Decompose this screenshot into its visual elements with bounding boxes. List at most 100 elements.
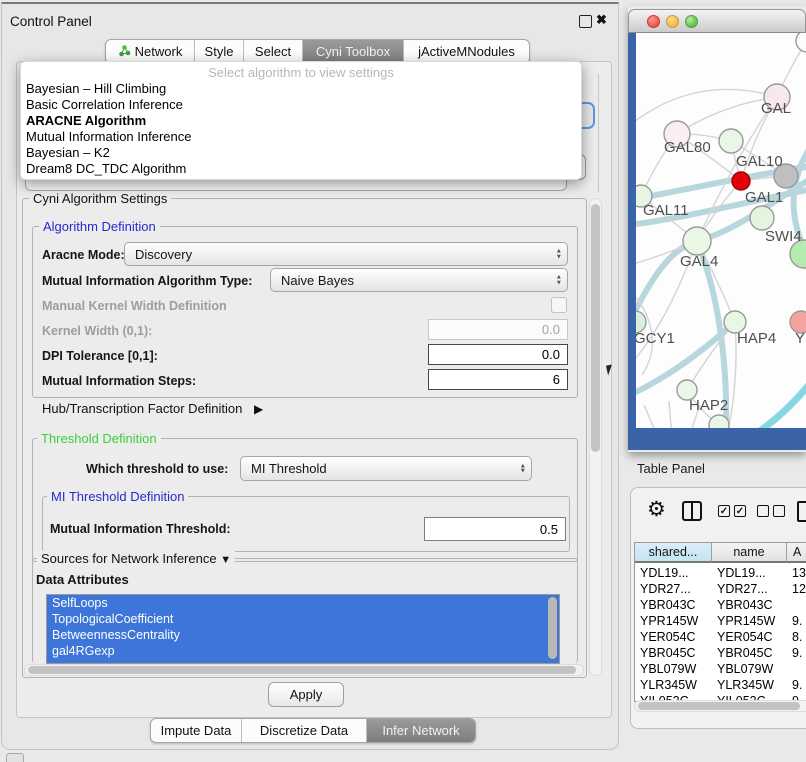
table-horizontal-scrollbar-thumb[interactable] <box>638 702 800 710</box>
document-icon[interactable] <box>797 501 806 522</box>
mi-steps-field[interactable]: 6 <box>428 369 568 390</box>
split-columns-icon[interactable] <box>682 501 702 521</box>
table-row[interactable]: YDL19... YDL19... 13 <box>635 565 806 581</box>
tab-cyni-toolbox[interactable]: Cyni Toolbox <box>303 40 404 63</box>
network-graph-icon <box>118 44 131 60</box>
popup-item-dream8[interactable]: Dream8 DC_TDC Algorithm <box>24 161 578 177</box>
zoom-button[interactable] <box>685 15 698 28</box>
edge <box>644 405 669 428</box>
docked-panel-icon[interactable] <box>6 753 24 762</box>
kernel-width-label: Kernel Width (0,1): <box>42 324 152 338</box>
tab-select[interactable]: Select <box>244 40 303 63</box>
combo-stepper-icon: ▲▼ <box>556 275 562 286</box>
column-header-partial[interactable]: A <box>787 543 806 563</box>
algorithm-select-popup: Select algorithm to view settings Bayesi… <box>20 61 582 180</box>
attr-item-gal4rgexp[interactable]: gal4RGexp <box>47 643 559 659</box>
control-panel-window: Control Panel ✖ Network Style Select Cyn… <box>1 2 619 750</box>
popup-item-bayesian-hill-climbing[interactable]: Bayesian – Hill Climbing <box>24 81 578 97</box>
tab-style[interactable]: Style <box>195 40 244 63</box>
unchecked-columns-icon[interactable] <box>757 505 785 517</box>
node-label-gal10: GAL10 <box>736 153 783 170</box>
settings-horizontal-scrollbar-thumb[interactable] <box>28 666 576 674</box>
mi-type-label: Mutual Information Algorithm Type: <box>42 274 252 288</box>
aracne-mode-combo[interactable]: Discovery ▲▼ <box>124 242 568 266</box>
node-label-y: Y <box>795 330 805 347</box>
edge <box>754 381 806 428</box>
tab-impute-data[interactable]: Impute Data <box>151 719 242 742</box>
column-header-name[interactable]: name <box>712 543 787 563</box>
combo-stepper-icon: ▲▼ <box>520 463 526 474</box>
popup-item-mutual-information[interactable]: Mutual Information Inference <box>24 129 578 145</box>
which-threshold-label: Which threshold to use: <box>86 462 228 476</box>
node-gal1[interactable] <box>732 172 750 190</box>
popup-item-aracne[interactable]: ARACNE Algorithm <box>24 113 578 129</box>
node-unlabeled-bottom[interactable] <box>709 415 729 428</box>
data-attributes-label: Data Attributes <box>36 572 129 587</box>
attr-item-betweennesscentrality[interactable]: BetweennessCentrality <box>47 627 559 643</box>
settings-horizontal-scrollbar[interactable] <box>24 664 584 676</box>
table-row[interactable]: YBL079W YBL079W <box>635 661 806 677</box>
attributes-list-scrollbar-thumb[interactable] <box>548 597 557 659</box>
aracne-mode-value: Discovery <box>135 247 192 262</box>
sources-legend[interactable]: Sources for Network Inference ▼ <box>37 551 235 566</box>
node-label-gal80: GAL80 <box>664 139 711 156</box>
tab-infer-network[interactable]: Infer Network <box>367 719 475 742</box>
dpi-tolerance-field[interactable]: 0.0 <box>428 344 568 365</box>
gear-icon[interactable]: ⚙ <box>647 499 666 520</box>
which-threshold-value: MI Threshold <box>251 461 327 476</box>
node-unlabeled-top[interactable] <box>796 33 806 52</box>
data-attributes-list[interactable]: SelfLoops TopologicalCoefficient Between… <box>46 594 560 664</box>
tab-jactivemnodules[interactable]: jActiveMNodules <box>404 40 529 63</box>
node-label-gal4: GAL4 <box>680 253 718 270</box>
popup-item-basic-correlation[interactable]: Basic Correlation Inference <box>24 97 578 113</box>
hidden-groupbox-edge <box>598 74 599 192</box>
settings-vertical-scrollbar[interactable] <box>589 198 602 676</box>
which-threshold-combo[interactable]: MI Threshold ▲▼ <box>240 456 532 481</box>
node-gal10[interactable] <box>719 129 743 153</box>
tab-network[interactable]: Network <box>106 40 195 63</box>
column-header-shared-name[interactable]: shared... <box>635 543 712 563</box>
node-gal4[interactable] <box>683 227 711 255</box>
table-row[interactable]: YBR045C YBR045C 9. <box>635 645 806 661</box>
float-window-icon[interactable] <box>579 15 592 28</box>
table-row[interactable]: YDR27... YDR27... 12 <box>635 581 806 597</box>
mi-threshold-label: Mutual Information Threshold: <box>50 522 231 536</box>
minimize-button[interactable] <box>666 15 679 28</box>
screen: Control Panel ✖ Network Style Select Cyn… <box>0 0 806 762</box>
edge <box>636 89 777 125</box>
mi-threshold-field[interactable]: 0.5 <box>424 517 566 541</box>
attr-item-topologicalcoefficient[interactable]: TopologicalCoefficient <box>47 611 559 627</box>
aracne-mode-label: Aracne Mode: <box>42 248 125 262</box>
node-label-gal1: GAL1 <box>745 189 783 206</box>
network-window-titlebar[interactable] <box>628 9 806 33</box>
checked-columns-icon[interactable]: ✓✓ <box>718 505 746 517</box>
table-row[interactable]: YLR345W YLR345W 9. <box>635 677 806 693</box>
kernel-width-field[interactable]: 0.0 <box>428 319 568 340</box>
table-row[interactable]: YER054C YER054C 8. <box>635 629 806 645</box>
network-canvas[interactable]: GAL GAL80 GAL10 GAL1 SWI4 GAL11 GAL4 GCY… <box>636 33 806 428</box>
node-label-gcy1: GCY1 <box>636 330 675 347</box>
node-label-hap4: HAP4 <box>737 330 776 347</box>
mi-steps-label: Mutual Information Steps: <box>42 374 196 388</box>
close-icon[interactable]: ✖ <box>596 12 607 28</box>
close-button[interactable] <box>647 15 660 28</box>
mi-type-combo[interactable]: Naive Bayes ▲▼ <box>270 268 568 292</box>
table-panel-title: Table Panel <box>637 461 705 476</box>
hub-definition-label: Hub/Transcription Factor Definition <box>42 401 242 416</box>
popup-item-bayesian-k2[interactable]: Bayesian – K2 <box>24 145 578 161</box>
combo-stepper-icon: ▲▼ <box>556 249 562 260</box>
node-table: shared... name A YDL19... YDL19... 13 YD… <box>634 542 806 702</box>
network-window: GAL GAL80 GAL10 GAL1 SWI4 GAL11 GAL4 GCY… <box>628 6 806 452</box>
manual-kernel-checkbox[interactable] <box>551 297 567 313</box>
tab-discretize-data[interactable]: Discretize Data <box>242 719 367 742</box>
expander-right-arrow-icon: ▶ <box>254 402 263 416</box>
attr-item-selfloops[interactable]: SelfLoops <box>47 595 559 611</box>
table-horizontal-scrollbar[interactable] <box>634 700 806 712</box>
table-row[interactable]: YBR043C YBR043C <box>635 597 806 613</box>
settings-vertical-scrollbar-thumb[interactable] <box>591 204 600 452</box>
table-row[interactable]: YPR145W YPR145W 9. <box>635 613 806 629</box>
apply-button[interactable]: Apply <box>268 682 344 707</box>
hub-definition-expander[interactable]: Hub/Transcription Factor Definition ▶ <box>42 401 263 416</box>
node-swi4-neighbor[interactable] <box>750 206 774 230</box>
control-panel-title: Control Panel <box>10 14 92 29</box>
